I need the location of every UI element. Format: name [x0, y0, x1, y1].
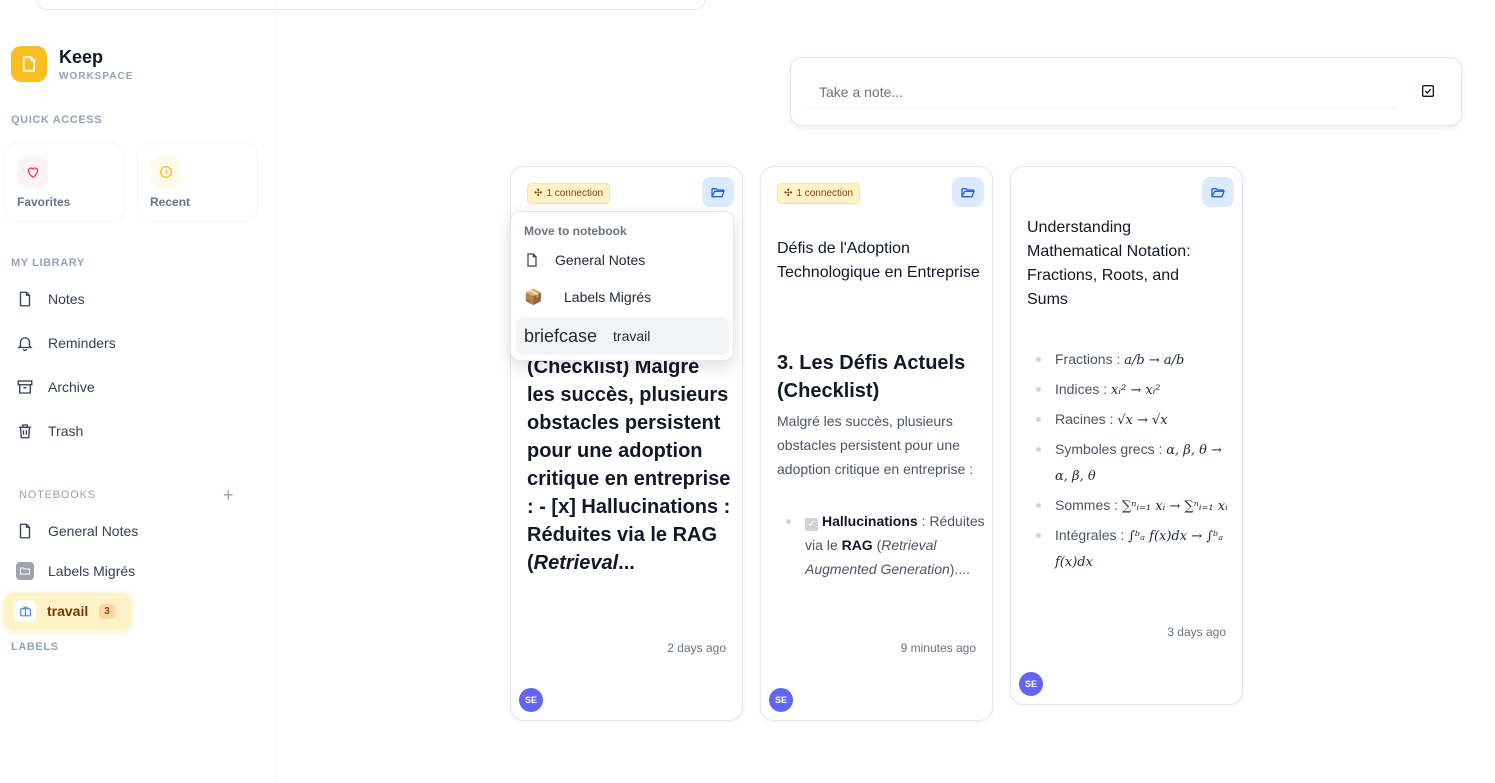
favorites-label: Favorites [17, 195, 71, 209]
notebook-label: travail [47, 603, 89, 619]
menu-header: Move to notebook [524, 224, 627, 238]
list-item: Symboles grecs : α, β, θ → α, β, θ [1027, 437, 1237, 489]
list-item: Fractions : a/b → a/b [1027, 347, 1237, 373]
sidebar-item-label: Archive [48, 379, 95, 395]
list-item: Intégrales : ∫ᵇₐ f(x)dx → ∫ᵇₐ f(x)dx [1027, 523, 1237, 575]
trash-icon [16, 422, 34, 440]
avatar[interactable]: SE [769, 688, 793, 712]
sidebar: Keep WORKSPACE QUICK ACCESS Favorites Re… [0, 0, 276, 783]
add-notebook-icon[interactable]: + [223, 485, 234, 506]
avatar[interactable]: SE [1019, 672, 1043, 696]
notebook-general-notes[interactable]: General Notes [16, 519, 138, 543]
sidebar-item-reminders[interactable]: Reminders [16, 331, 116, 355]
notebook-count-badge: 3 [99, 603, 115, 619]
heart-icon [18, 157, 48, 187]
sidebar-item-archive[interactable]: Archive [16, 375, 95, 399]
take-note-composer [790, 57, 1462, 126]
note-timestamp: 2 days ago [667, 641, 726, 655]
folder-open-icon [1211, 188, 1225, 198]
file-icon [16, 290, 34, 308]
quick-access-recent[interactable]: Recent [137, 142, 258, 222]
file-icon [524, 252, 542, 268]
note-card-3[interactable]: Understanding Mathematical Notation: Fra… [1010, 166, 1243, 705]
menu-item-travail[interactable]: briefcase travail [516, 317, 729, 355]
note-content: (Checklist) Malgré les succès, plusieurs… [527, 356, 731, 574]
move-to-notebook-menu: Move to notebook General Notes 📦 Labels … [510, 211, 734, 361]
brand-subtitle: WORKSPACE [59, 70, 134, 82]
note-checklist: ✓ Hallucinations : Réduites via le RAG (R… [777, 509, 987, 581]
connection-badge[interactable]: ✣ 1 connection [527, 183, 611, 204]
take-note-input[interactable] [807, 75, 1395, 109]
checked-box-icon[interactable]: ✓ [805, 518, 818, 531]
note-title: Défis de l'Adoption Technologique en Ent… [777, 240, 980, 281]
notebook-travail-active[interactable]: travail 3 [4, 593, 131, 629]
sidebar-item-label: Reminders [48, 335, 116, 351]
folder-icon [16, 562, 34, 580]
note-timestamp: 9 minutes ago [900, 641, 976, 655]
sidebar-item-label: Trash [48, 423, 84, 439]
keep-logo-icon [11, 46, 47, 82]
move-to-notebook-button[interactable] [1202, 177, 1234, 207]
list-item: Sommes : ∑ⁿᵢ₌₁ xᵢ → ∑ⁿᵢ₌₁ xᵢ [1027, 493, 1237, 519]
notebook-label: Labels Migrés [48, 563, 136, 579]
notebook-labels-migres[interactable]: Labels Migrés [16, 559, 135, 583]
folder-open-icon [961, 188, 975, 198]
move-to-notebook-button[interactable] [952, 177, 984, 207]
note-heading: 3. Les Défis Actuels (Checklist) [777, 352, 966, 402]
my-library-label: MY LIBRARY [11, 257, 85, 269]
briefcase-icon: briefcase [524, 325, 598, 346]
menu-item-labels-migres[interactable]: 📦 Labels Migrés [524, 288, 651, 306]
brand[interactable]: Keep WORKSPACE [11, 46, 133, 82]
note-body: Malgré les succès, plusieurs obstacles p… [777, 413, 974, 477]
move-to-notebook-button[interactable] [702, 177, 734, 207]
connection-badge[interactable]: ✣ 1 connection [777, 183, 861, 204]
archive-icon [16, 378, 34, 396]
avatar[interactable]: SE [519, 688, 543, 712]
note-list: Fractions : a/b → a/b Indices : xᵢ² → xᵢ… [1027, 347, 1237, 575]
menu-item-general-notes[interactable]: General Notes [524, 252, 645, 268]
note-card-2[interactable]: ✣ 1 connection Défis de l'Adoption Techno… [760, 166, 993, 721]
folder-open-icon [711, 188, 725, 198]
clock-icon [151, 157, 181, 187]
sparkle-icon: ✣ [784, 188, 793, 199]
notebook-label: General Notes [48, 523, 139, 539]
list-item: Racines : √x → √x [1027, 407, 1237, 433]
list-item: ✓ Hallucinations : Réduites via le RAG (R… [777, 509, 987, 581]
sidebar-item-trash[interactable]: Trash [16, 419, 83, 443]
briefcase-icon [14, 600, 36, 622]
recent-label: Recent [150, 195, 191, 209]
list-item: Indices : xᵢ² → xᵢ² [1027, 377, 1237, 403]
file-icon [16, 522, 34, 540]
note-title: Understanding Mathematical Notation: Fra… [1027, 219, 1191, 308]
sidebar-item-notes[interactable]: Notes [16, 287, 85, 311]
package-icon: 📦 [524, 289, 543, 306]
sparkle-icon: ✣ [534, 188, 543, 199]
checkbox-icon[interactable] [1420, 83, 1436, 99]
quick-access-label: QUICK ACCESS [11, 114, 103, 126]
brand-name: Keep [59, 46, 104, 67]
notebooks-label: NOTEBOOKS [19, 489, 96, 501]
bell-icon [16, 334, 34, 352]
note-timestamp: 3 days ago [1167, 625, 1226, 639]
sidebar-item-label: Notes [48, 291, 85, 307]
labels-label: LABELS [11, 641, 59, 653]
quick-access-favorites[interactable]: Favorites [4, 142, 125, 222]
